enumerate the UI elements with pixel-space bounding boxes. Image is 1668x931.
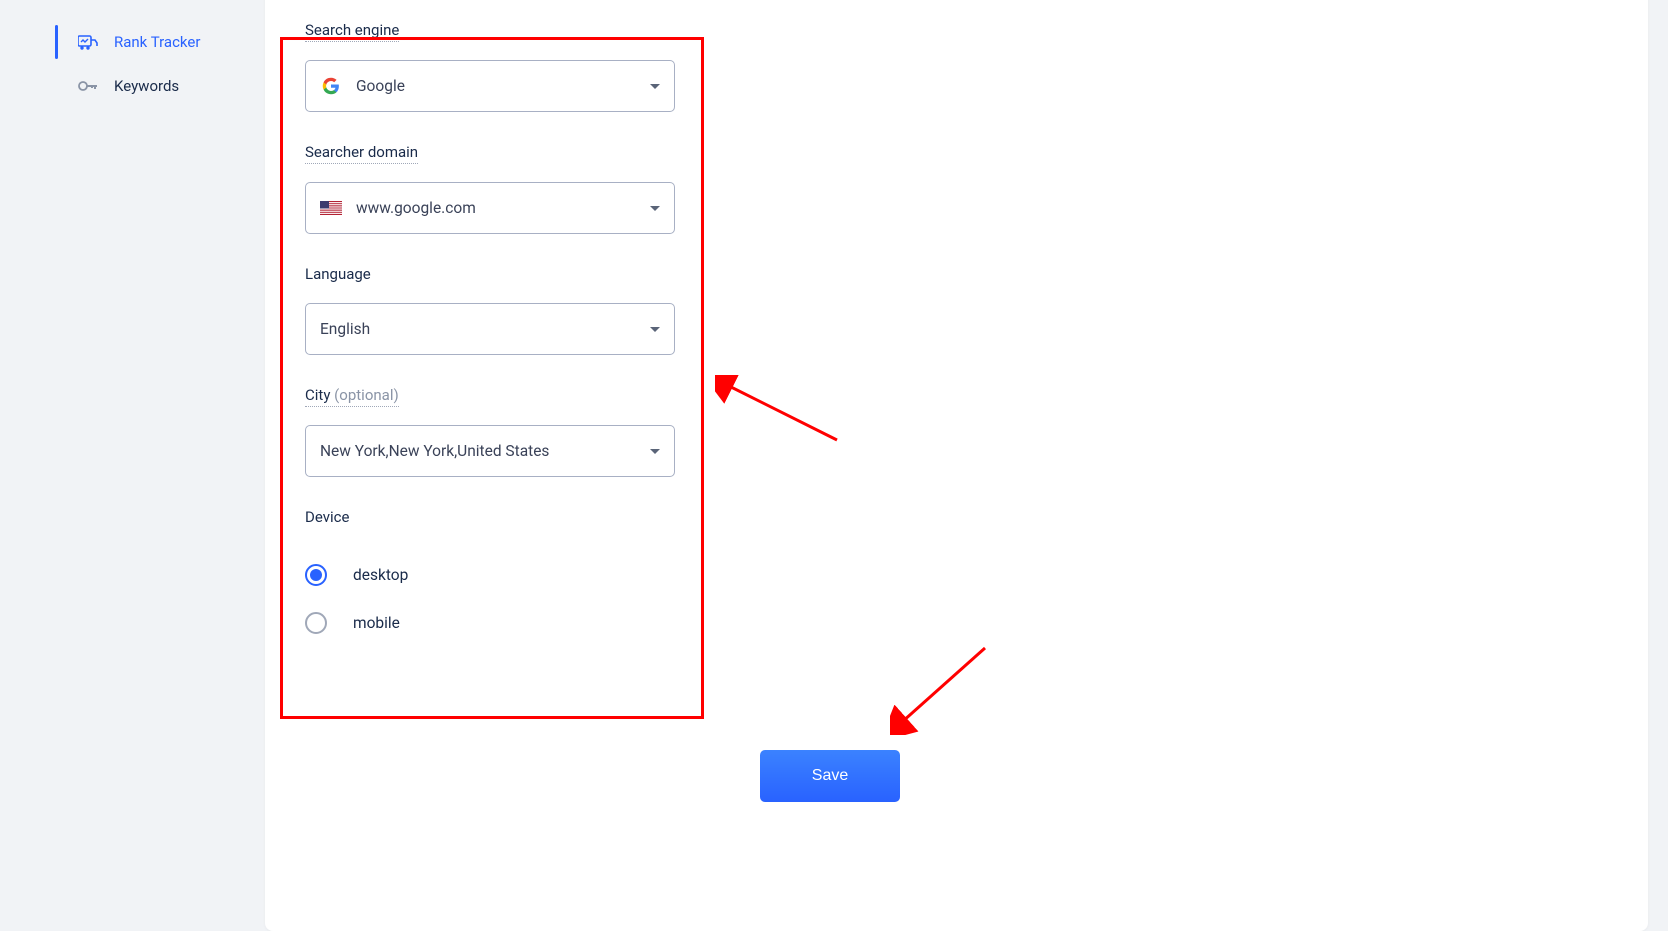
select-language[interactable]: English: [305, 303, 675, 355]
google-logo-icon: [320, 75, 342, 97]
radio-indicator-icon: [305, 564, 327, 586]
sidebar-item-label: Rank Tracker: [114, 33, 200, 51]
select-city[interactable]: New York,New York,United States: [305, 425, 675, 477]
radio-device-mobile[interactable]: mobile: [305, 612, 720, 634]
select-value: New York,New York,United States: [320, 442, 650, 460]
save-button[interactable]: Save: [760, 750, 900, 802]
select-searcher-domain[interactable]: www.google.com: [305, 182, 675, 234]
chevron-down-icon: [650, 84, 660, 89]
sidebar: Rank Tracker Keywords: [0, 0, 265, 931]
radio-device-desktop[interactable]: desktop: [305, 564, 720, 586]
select-value: Google: [356, 77, 650, 95]
us-flag-icon: [320, 197, 342, 219]
rank-tracker-icon: [78, 32, 98, 52]
radio-indicator-icon: [305, 612, 327, 634]
main-panel: Search engine Google Searcher domain www…: [265, 0, 1648, 931]
radio-label: desktop: [353, 566, 408, 584]
chevron-down-icon: [650, 206, 660, 211]
select-value: English: [320, 320, 650, 338]
select-search-engine[interactable]: Google: [305, 60, 675, 112]
radio-label: mobile: [353, 614, 400, 632]
sidebar-item-label: Keywords: [114, 77, 179, 95]
label-searcher-domain: Searcher domain: [305, 143, 418, 164]
label-city: City (optional): [305, 386, 399, 407]
key-icon: [78, 76, 98, 96]
label-language: Language: [305, 265, 371, 285]
chevron-down-icon: [650, 327, 660, 332]
sidebar-item-keywords[interactable]: Keywords: [0, 64, 265, 108]
label-search-engine: Search engine: [305, 21, 399, 42]
select-value: www.google.com: [356, 199, 650, 217]
label-device: Device: [305, 508, 349, 528]
chevron-down-icon: [650, 449, 660, 454]
sidebar-item-rank-tracker[interactable]: Rank Tracker: [0, 20, 265, 64]
